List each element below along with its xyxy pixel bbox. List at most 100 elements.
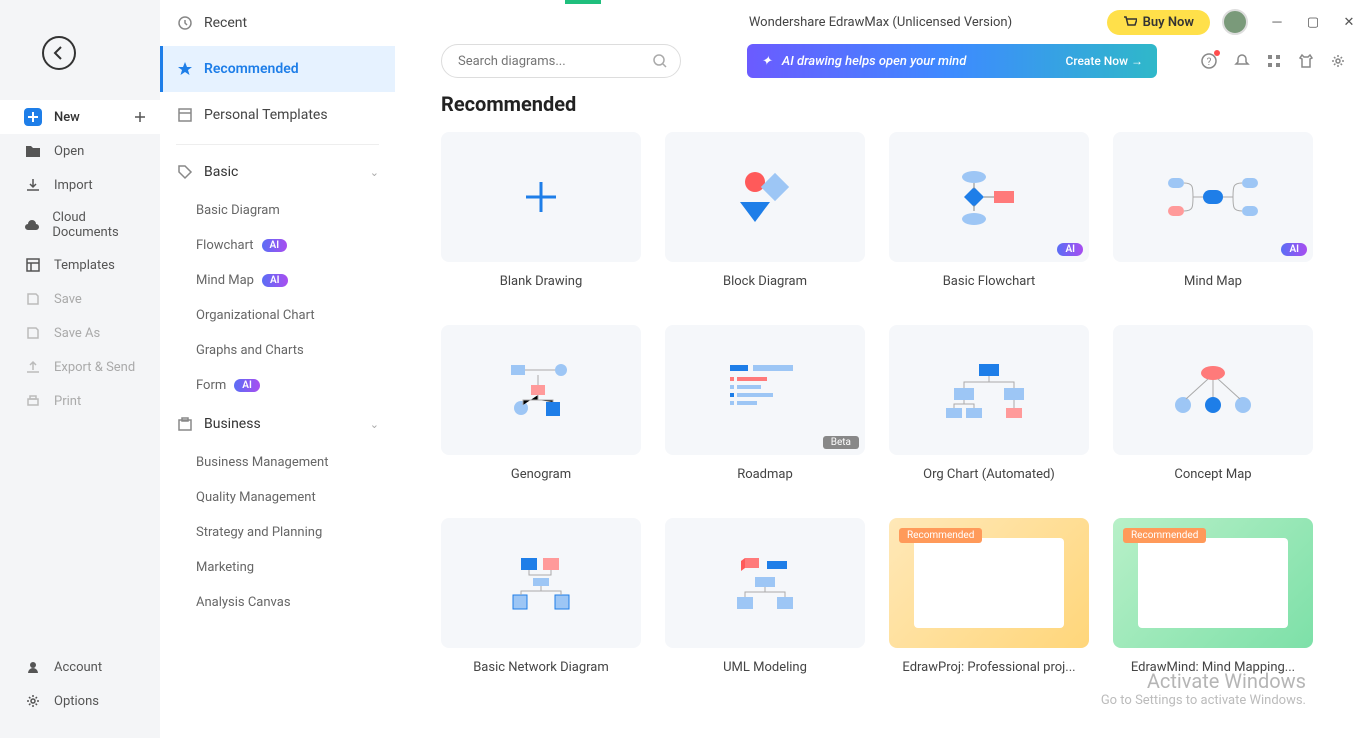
cat-label: Personal Templates <box>204 107 328 123</box>
saveas-icon <box>24 324 42 342</box>
promo-thumbnail <box>914 538 1064 628</box>
ai-badge: AI <box>1057 243 1083 256</box>
banner-cta[interactable]: Create Now → <box>1066 54 1143 68</box>
search-box[interactable] <box>441 44 681 78</box>
help-icon[interactable]: ? <box>1200 52 1218 70</box>
ai-badge: AI <box>234 379 260 392</box>
cat-recommended[interactable]: Recommended <box>160 46 395 92</box>
search-input[interactable] <box>458 54 652 69</box>
add-icon[interactable] <box>134 111 146 123</box>
folder-icon <box>24 142 42 160</box>
nav-templates[interactable]: Templates <box>0 248 160 282</box>
nav-new[interactable]: New <box>0 100 160 134</box>
nav-export[interactable]: Export & Send <box>0 350 160 384</box>
nav-cloud[interactable]: Cloud Documents <box>0 202 160 248</box>
ai-badge: AI <box>262 239 288 252</box>
card-concept-map[interactable]: Concept Map <box>1113 325 1313 494</box>
nav-label: Print <box>54 394 81 409</box>
import-icon <box>24 176 42 194</box>
sub-graphs[interactable]: Graphs and Charts <box>160 333 395 368</box>
content-area[interactable]: Recommended Blank Drawing Block Diagram … <box>395 92 1366 738</box>
avatar[interactable] <box>1222 9 1248 35</box>
card-label: Mind Map <box>1113 262 1313 301</box>
sub-analysis[interactable]: Analysis Canvas <box>160 585 395 620</box>
card-blank-drawing[interactable]: Blank Drawing <box>441 132 641 301</box>
recommended-badge: Recommended <box>1123 528 1206 543</box>
card-label: EdrawMind: Mind Mapping... <box>1113 648 1313 687</box>
back-button[interactable] <box>42 36 76 70</box>
sub-quality[interactable]: Quality Management <box>160 480 395 515</box>
search-icon[interactable] <box>652 53 668 69</box>
notification-dot <box>1214 50 1220 56</box>
banner-text: AI drawing helps open your mind <box>782 54 966 69</box>
card-block-diagram[interactable]: Block Diagram <box>665 132 865 301</box>
nav-label: Save As <box>54 326 100 341</box>
card-network-diagram[interactable]: Basic Network Diagram <box>441 518 641 687</box>
bell-icon[interactable] <box>1234 53 1250 69</box>
sub-bizmgmt[interactable]: Business Management <box>160 445 395 480</box>
chevron-down-icon: ⌄ <box>370 418 379 431</box>
sparkle-icon: ✦ <box>761 54 772 69</box>
card-orgchart[interactable]: Org Chart (Automated) <box>889 325 1089 494</box>
maximize-button[interactable]: ▢ <box>1296 0 1330 44</box>
card-roadmap[interactable]: Beta Roadmap <box>665 325 865 494</box>
nav-options[interactable]: Options <box>0 684 160 718</box>
divider <box>176 144 379 145</box>
card-mind-map[interactable]: AI Mind Map <box>1113 132 1313 301</box>
sub-form[interactable]: FormAI <box>160 368 395 403</box>
apps-icon[interactable] <box>1266 53 1282 69</box>
card-label: Concept Map <box>1113 455 1313 494</box>
card-label: Roadmap <box>665 455 865 494</box>
ai-banner[interactable]: ✦ AI drawing helps open your mind Create… <box>747 44 1157 78</box>
export-icon <box>24 358 42 376</box>
card-basic-flowchart[interactable]: AI Basic Flowchart <box>889 132 1089 301</box>
tshirt-icon[interactable] <box>1298 53 1314 69</box>
sub-marketing[interactable]: Marketing <box>160 550 395 585</box>
sub-mindmap[interactable]: Mind MapAI <box>160 263 395 298</box>
card-genogram[interactable]: Genogram <box>441 325 641 494</box>
close-button[interactable]: ✕ <box>1332 0 1366 44</box>
sub-basic-diagram[interactable]: Basic Diagram <box>160 193 395 228</box>
nav-saveas[interactable]: Save As <box>0 316 160 350</box>
nav-account[interactable]: Account <box>0 650 160 684</box>
cat-personal[interactable]: Personal Templates <box>160 92 395 138</box>
group-label: Business <box>204 416 261 432</box>
promo-thumbnail <box>1138 538 1288 628</box>
nav-open[interactable]: Open <box>0 134 160 168</box>
nav-import[interactable]: Import <box>0 168 160 202</box>
group-business[interactable]: Business ⌄ <box>160 403 395 445</box>
cart-icon <box>1123 15 1137 29</box>
sub-orgchart[interactable]: Organizational Chart <box>160 298 395 333</box>
card-label: Basic Flowchart <box>889 262 1089 301</box>
plus-icon <box>24 108 42 126</box>
card-edrawmind[interactable]: Recommended EdrawMind: Mind Mapping... <box>1113 518 1313 687</box>
templates-icon <box>24 256 42 274</box>
ai-badge: AI <box>1281 243 1307 256</box>
template-icon <box>176 106 194 124</box>
group-basic[interactable]: Basic ⌄ <box>160 151 395 193</box>
nav-label: Cloud Documents <box>52 210 146 240</box>
nav-label: New <box>54 110 80 125</box>
nav-label: Options <box>54 694 99 709</box>
settings-icon[interactable] <box>1330 53 1346 69</box>
recommended-badge: Recommended <box>899 528 982 543</box>
minimize-button[interactable]: ─ <box>1260 0 1294 44</box>
active-indicator <box>565 0 601 4</box>
section-title: Recommended <box>441 92 1320 116</box>
nav-print[interactable]: Print <box>0 384 160 418</box>
card-uml[interactable]: UML Modeling <box>665 518 865 687</box>
group-label: Basic <box>204 164 238 180</box>
nav-save[interactable]: Save <box>0 282 160 316</box>
nav-label: Save <box>54 292 82 307</box>
buy-now-button[interactable]: Buy Now <box>1107 10 1210 35</box>
card-label: Basic Network Diagram <box>441 648 641 687</box>
sub-flowchart[interactable]: FlowchartAI <box>160 228 395 263</box>
card-label: EdrawProj: Professional proj... <box>889 648 1089 687</box>
sub-strategy[interactable]: Strategy and Planning <box>160 515 395 550</box>
card-edrawproj[interactable]: Recommended EdrawProj: Professional proj… <box>889 518 1089 687</box>
card-label: Block Diagram <box>665 262 865 301</box>
chevron-down-icon: ⌄ <box>370 166 379 179</box>
cat-label: Recommended <box>204 61 299 77</box>
clock-icon <box>176 14 194 32</box>
cat-recent[interactable]: Recent <box>160 0 395 46</box>
